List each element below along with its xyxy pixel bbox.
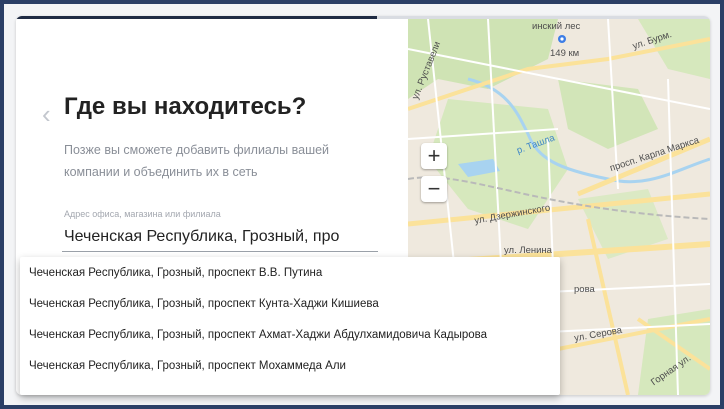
- map-label-distance: 149 км: [550, 48, 580, 59]
- address-suggestions-dropdown: Чеченская Республика, Грозный, проспект …: [20, 257, 560, 395]
- back-button[interactable]: ‹: [42, 101, 51, 127]
- chevron-left-icon: ‹: [42, 99, 51, 129]
- map-label: рова: [574, 284, 595, 295]
- zoom-in-button[interactable]: +: [421, 143, 447, 169]
- suggestion-item[interactable]: Чеченская Республика, Грозный, проспект …: [29, 298, 379, 310]
- map-label: инский лес: [532, 21, 581, 32]
- zoom-out-button[interactable]: −: [421, 176, 447, 202]
- suggestion-item[interactable]: Чеченская Республика, Грозный, проспект …: [29, 329, 487, 341]
- address-input[interactable]: [62, 223, 378, 252]
- suggestion-item[interactable]: Чеченская Республика, Грозный, проспект …: [29, 267, 322, 279]
- road: [408, 191, 710, 227]
- map-label: ул. Ленина: [504, 245, 552, 256]
- page-subtitle: Позже вы сможете добавить филиалы вашей …: [64, 143, 330, 179]
- page-title: Где вы находитесь?: [64, 93, 307, 120]
- page-background: ‹ Где вы находитесь? Позже вы сможете до…: [4, 4, 720, 405]
- suggestion-item[interactable]: Чеченская Республика, Грозный, проспект …: [29, 360, 346, 372]
- address-field-label: Адрес офиса, магазина или филиала: [64, 209, 221, 219]
